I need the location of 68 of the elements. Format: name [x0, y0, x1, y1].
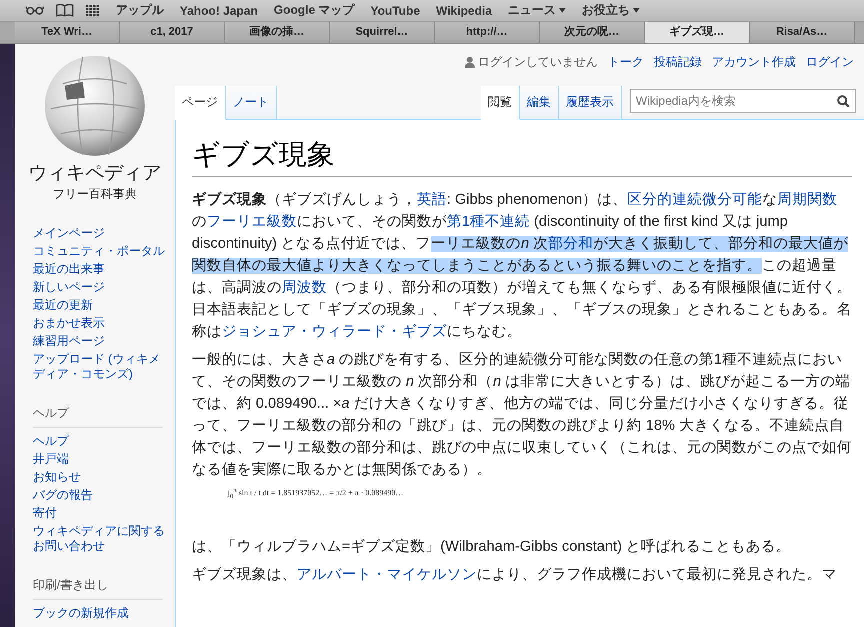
view-tab[interactable]: 履歴表示 — [559, 86, 622, 120]
sidebar-link[interactable]: メインページ — [33, 226, 175, 241]
browser-tab[interactable]: 画像の挿… — [225, 22, 330, 43]
caret-icon — [633, 8, 640, 13]
browser-tab[interactable]: ギブズ現… — [645, 22, 750, 43]
article-link[interactable]: 周期関数 — [778, 192, 838, 208]
sidebar-heading: ヘルプ — [33, 405, 163, 428]
bookmark-link[interactable]: アップル — [116, 2, 164, 19]
view-tab[interactable]: 編集 — [520, 86, 559, 120]
login-status: ログインしていません — [478, 54, 598, 71]
sidebar-link[interactable]: アップロード (ウィキメディア・コモンズ) — [33, 352, 175, 382]
bookmark-menu[interactable]: お役立ち — [582, 2, 640, 19]
math-formula: ∫$_{0}$$^{π}$ sin t / t dt = 1.851937052… = π/2 + π · 0.089490… — [228, 487, 405, 500]
browser-tab[interactable]: Risa/As… — [750, 22, 855, 43]
browser-tab[interactable]: Squirrel… — [330, 22, 435, 43]
sidebar-link[interactable]: 新しいページ — [33, 280, 175, 295]
article-link[interactable]: フーリエ級数 — [207, 214, 297, 230]
logo-title: ウィキペディア — [28, 162, 162, 186]
sidebar-link[interactable]: ブックの新規作成 — [33, 606, 175, 621]
article-link[interactable]: ジョシュア・ウィラード・ギブズ — [222, 324, 447, 340]
bookmark-link[interactable]: Wikipedia — [436, 4, 492, 18]
article-link[interactable]: 英語 — [417, 192, 447, 208]
personal-link[interactable]: アカウント作成 — [712, 54, 796, 71]
search-field[interactable]: Wikipedia内を検索 — [630, 89, 856, 113]
article-link[interactable]: 第1種不連続 — [447, 214, 530, 230]
grid-icon[interactable] — [86, 4, 100, 16]
glasses-icon[interactable] — [26, 6, 44, 15]
article-link[interactable]: 周波数 — [282, 280, 327, 296]
article-link[interactable]: 区分的連続微分可能 — [628, 192, 762, 208]
sidebar-link[interactable]: 練習用ページ — [33, 334, 175, 349]
article-link[interactable]: 部分和 — [548, 236, 594, 252]
article-paragraph: ギブズ現象（ギブズげんしょう，英語: Gibbs phenomenon）は、区分的連続微分可能な周期関数 のフーリエ級数において、その関数が第1種不連続 (discontinuity of the first kind 又は jump discontinuity) となる点付近では、フ ーリエ級数のn 次部分和が大きく振動して、部分和の最大値が関数自体の最大値より大きくなってしまうことがあるという振る舞いのことを指す。この超過量は、高調波の周波数（つまり、部分和の項数）が増えても無くならず、ある有限極限値に近付く。日本語表記として「ギブズの現象」、「ギブス現象」、「ギブスの現象」とされることもある。名称は ジョシュア・ウィラード・ギブズにちなむ。 — [192, 190, 852, 342]
article-title: ギブズ現象 — [192, 136, 852, 177]
sidebar-link[interactable]: 最近の出来事 — [33, 262, 175, 277]
page-tab[interactable]: ページ — [175, 86, 226, 120]
browser-tab[interactable]: http://… — [435, 22, 540, 43]
sidebar-link[interactable]: おまかせ表示 — [33, 316, 175, 331]
page-tab[interactable]: ノート — [226, 86, 277, 120]
personal-link[interactable]: ログイン — [806, 54, 854, 71]
article-paragraph: は、「ウィルブラハム=ギブズ定数」(Wilbraham-Gibbs constant) と呼ばれることもある。 — [192, 538, 792, 558]
bookmark-menu[interactable]: ニュース — [508, 2, 566, 19]
view-tab[interactable]: 閲覧 — [481, 86, 520, 120]
logo-tagline: フリー百科事典 — [53, 186, 137, 203]
browser-tab[interactable]: 次元の呪… — [540, 22, 645, 43]
browser-tab[interactable]: TeX Wri… — [15, 22, 120, 43]
personal-link[interactable]: 投稿記録 — [654, 54, 702, 71]
sidebar-link[interactable]: 最近の更新 — [33, 298, 175, 313]
sidebar-link[interactable]: ウィキペディアに関するお問い合わせ — [33, 524, 175, 554]
puzzle-globe-icon — [43, 54, 147, 158]
browser-tab[interactable]: c1, 2017 — [120, 22, 225, 43]
sidebar-link[interactable]: バグの報告 — [33, 488, 175, 503]
article-paragraph: 一般的には、大きさ a の跳びを有する、区分的連続微分可能な関数の任意の第1種不連続点において、その関数のフーリエ級数の n 次部分和（n は非常に大きいとする）は、跳びが起こる一方の端では、約 0.089490... ×a だけ大きくなりすぎ、他方の端では、同じ分量だけ小さくなりすぎる。従って、フーリエ級数の部分和の「跳び」は、元の関数の跳びより約 18% 大きくなる。不連続点自体では、フーリエ級数の部分和は、跳びの中点に収束していく（これは、元の関数がこの点で如何なる値を実際に取るかとは無関係である）。 — [192, 351, 852, 480]
bookmark-link[interactable]: Google マップ — [274, 2, 355, 19]
bookmark-link[interactable]: Yahoo! Japan — [180, 4, 258, 18]
sidebar-link[interactable]: 寄付 — [33, 506, 175, 521]
sidebar-heading: 印刷/書き出し — [33, 577, 163, 600]
bookmark-link[interactable]: YouTube — [370, 4, 420, 18]
article-paragraph: ギブズ現象は、アルバート・マイケルソン により、グラフ作成機において最初に発見された。マ — [192, 566, 838, 586]
sidebar-link[interactable]: ヘルプ — [33, 434, 175, 449]
article-link[interactable]: アルバート・マイケルソン — [297, 567, 477, 584]
personal-link[interactable]: トーク — [608, 54, 644, 71]
search-icon[interactable] — [837, 95, 850, 108]
caret-icon — [559, 8, 566, 13]
book-icon[interactable] — [56, 4, 74, 17]
sidebar-link[interactable]: お知らせ — [33, 470, 175, 485]
user-icon — [465, 57, 475, 68]
sidebar-link[interactable]: 井戸端 — [33, 452, 175, 467]
sidebar-link[interactable]: コミュニティ・ポータル — [33, 244, 175, 259]
